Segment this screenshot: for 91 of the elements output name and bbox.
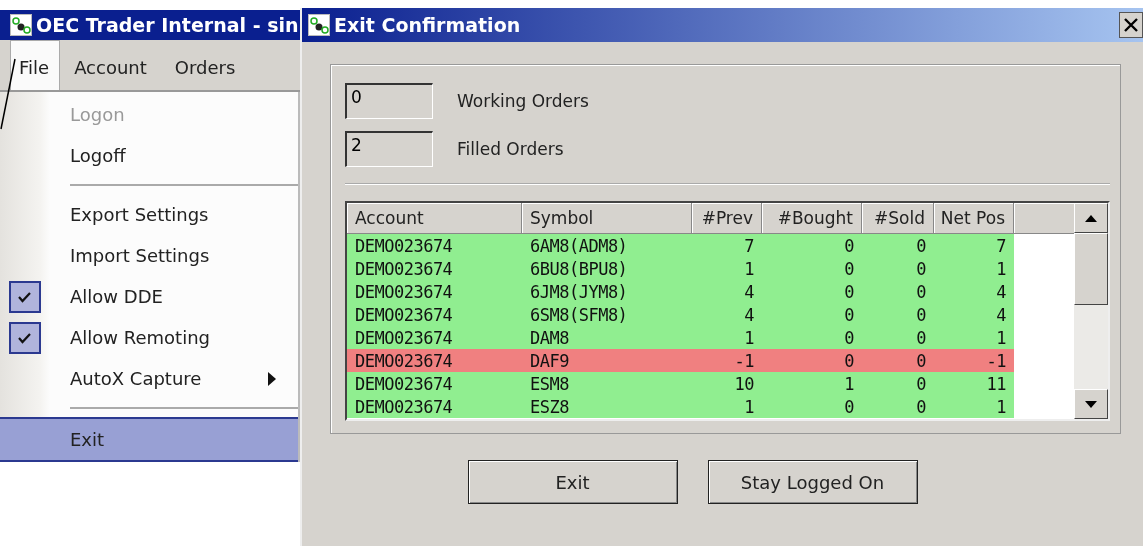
menu-item[interactable]: Export Settings bbox=[0, 194, 298, 235]
table-cell-text: 0 bbox=[843, 257, 855, 280]
app-icon bbox=[308, 14, 330, 36]
close-icon[interactable] bbox=[1119, 12, 1143, 38]
table-row[interactable]: DEMO023674 ESM8 10 1 0 11 bbox=[347, 372, 1014, 395]
table-cell-text: 1 bbox=[743, 326, 755, 349]
checkbox-checked[interactable] bbox=[9, 321, 41, 354]
table-cell-text: 4 bbox=[995, 280, 1007, 303]
leader-line bbox=[0, 58, 16, 130]
menu-item[interactable]: AutoX Capture bbox=[0, 358, 298, 399]
table-cell-text: 0 bbox=[843, 234, 855, 257]
header-filler bbox=[1014, 203, 1074, 234]
scroll-down-icon[interactable] bbox=[1074, 389, 1108, 419]
table-row[interactable]: DEMO023674 6JM8(JYM8) 4 0 0 4 bbox=[347, 280, 1014, 303]
column-header[interactable]: #Sold bbox=[862, 203, 934, 234]
table-cell-text: DEMO023674 bbox=[354, 257, 454, 280]
menu-bar-item[interactable]: Account bbox=[60, 40, 161, 90]
menu-item[interactable]: Logoff bbox=[0, 135, 298, 176]
menu-bar-item[interactable]: Orders bbox=[160, 40, 250, 90]
table-cell-text: ESZ8 bbox=[529, 395, 570, 418]
table-cell-text: DEMO023674 bbox=[354, 303, 454, 326]
table-row[interactable]: DEMO023674 DAF9 -1 0 0 -1 bbox=[347, 349, 1014, 372]
table-cell-text: DEMO023674 bbox=[354, 372, 454, 395]
scrollbar[interactable] bbox=[1074, 203, 1108, 419]
menu-item[interactable]: Allow Remoting bbox=[0, 317, 298, 358]
menu-item[interactable]: Import Settings bbox=[0, 235, 298, 276]
table-cell-text: 6AM8(ADM8) bbox=[529, 234, 629, 257]
table-cell-text: 1 bbox=[995, 326, 1007, 349]
table-cell-text: -1 bbox=[985, 349, 1007, 372]
table-cell-text: 0 bbox=[843, 326, 855, 349]
menu-bar-item[interactable]: File bbox=[10, 40, 61, 90]
table-cell-text: DEMO023674 bbox=[354, 349, 454, 372]
menu-item[interactable]: Allow DDE bbox=[0, 276, 298, 317]
dialog-button[interactable]: Exit bbox=[467, 460, 678, 504]
table-cell-text: 6SM8(SFM8) bbox=[529, 303, 629, 326]
dialog-title: Exit Confirmation bbox=[334, 14, 521, 36]
table-cell-text: 4 bbox=[743, 280, 755, 303]
count-field: 2 bbox=[345, 131, 433, 167]
table-cell-text: 1 bbox=[743, 395, 755, 418]
column-header[interactable]: Account bbox=[347, 203, 522, 234]
scroll-up-icon[interactable] bbox=[1074, 203, 1108, 233]
table-row[interactable]: DEMO023674 6BU8(BPU8) 1 0 0 1 bbox=[347, 257, 1014, 280]
table-cell-text: 0 bbox=[915, 303, 927, 326]
table-cell-text: 4 bbox=[743, 303, 755, 326]
table-row[interactable]: DEMO023674 DAM8 1 0 0 1 bbox=[347, 326, 1014, 349]
table-cell-text: 0 bbox=[843, 349, 855, 372]
table-cell-text: 1 bbox=[843, 372, 855, 395]
table-cell-text: 0 bbox=[843, 303, 855, 326]
table-cell-text: 7 bbox=[743, 234, 755, 257]
table-cell-text: DEMO023674 bbox=[354, 234, 454, 257]
count-label: Working Orders bbox=[457, 91, 589, 111]
table-cell-text: DAF9 bbox=[529, 349, 570, 372]
table-cell-text: 10 bbox=[733, 372, 755, 395]
column-header[interactable]: #Bought bbox=[762, 203, 862, 234]
table-cell-text: 6BU8(BPU8) bbox=[529, 257, 629, 280]
table-cell-text: DEMO023674 bbox=[354, 395, 454, 418]
column-header[interactable]: #Prev bbox=[692, 203, 762, 234]
table-cell-text: -1 bbox=[733, 349, 755, 372]
table-cell-text: 0 bbox=[915, 349, 927, 372]
table-cell-text: 1 bbox=[995, 395, 1007, 418]
table-row[interactable]: DEMO023674 6SM8(SFM8) 4 0 0 4 bbox=[347, 303, 1014, 326]
table-cell-text: 1 bbox=[995, 257, 1007, 280]
table-cell-text: DEMO023674 bbox=[354, 326, 454, 349]
table-cell-text: 0 bbox=[915, 372, 927, 395]
table-row[interactable]: DEMO023674 ESZ8 1 0 0 1 bbox=[347, 395, 1014, 418]
table-cell-text: 0 bbox=[915, 395, 927, 418]
column-header[interactable]: Net Pos bbox=[934, 203, 1014, 234]
count-field: 0 bbox=[345, 83, 433, 119]
table-cell-text: 0 bbox=[915, 257, 927, 280]
table-cell-text: 4 bbox=[995, 303, 1007, 326]
table-cell-text: 7 bbox=[995, 234, 1007, 257]
table-cell-text: 6JM8(JYM8) bbox=[529, 280, 629, 303]
table-cell-text: 0 bbox=[843, 280, 855, 303]
table-cell-text: 1 bbox=[743, 257, 755, 280]
table-cell-text: 0 bbox=[915, 326, 927, 349]
table-row[interactable]: DEMO023674 6AM8(ADM8) 7 0 0 7 bbox=[347, 234, 1014, 257]
checkbox-checked[interactable] bbox=[9, 280, 41, 313]
count-label: Filled Orders bbox=[457, 139, 564, 159]
table-cell-text: DAM8 bbox=[529, 326, 570, 349]
window-title: OEC Trader Internal - sin bbox=[36, 14, 299, 36]
dialog-button[interactable]: Stay Logged On bbox=[707, 460, 918, 504]
app-icon bbox=[10, 14, 32, 36]
table-cell-text: 0 bbox=[915, 280, 927, 303]
scroll-thumb[interactable] bbox=[1074, 233, 1108, 305]
table-cell-text: 0 bbox=[843, 395, 855, 418]
table-cell-text: 11 bbox=[985, 372, 1007, 395]
table-cell-text: DEMO023674 bbox=[354, 280, 454, 303]
column-header[interactable]: Symbol bbox=[522, 203, 692, 234]
table-cell-text: ESM8 bbox=[529, 372, 570, 395]
table-cell-text: 0 bbox=[915, 234, 927, 257]
menu-item[interactable]: Exit bbox=[0, 417, 298, 462]
